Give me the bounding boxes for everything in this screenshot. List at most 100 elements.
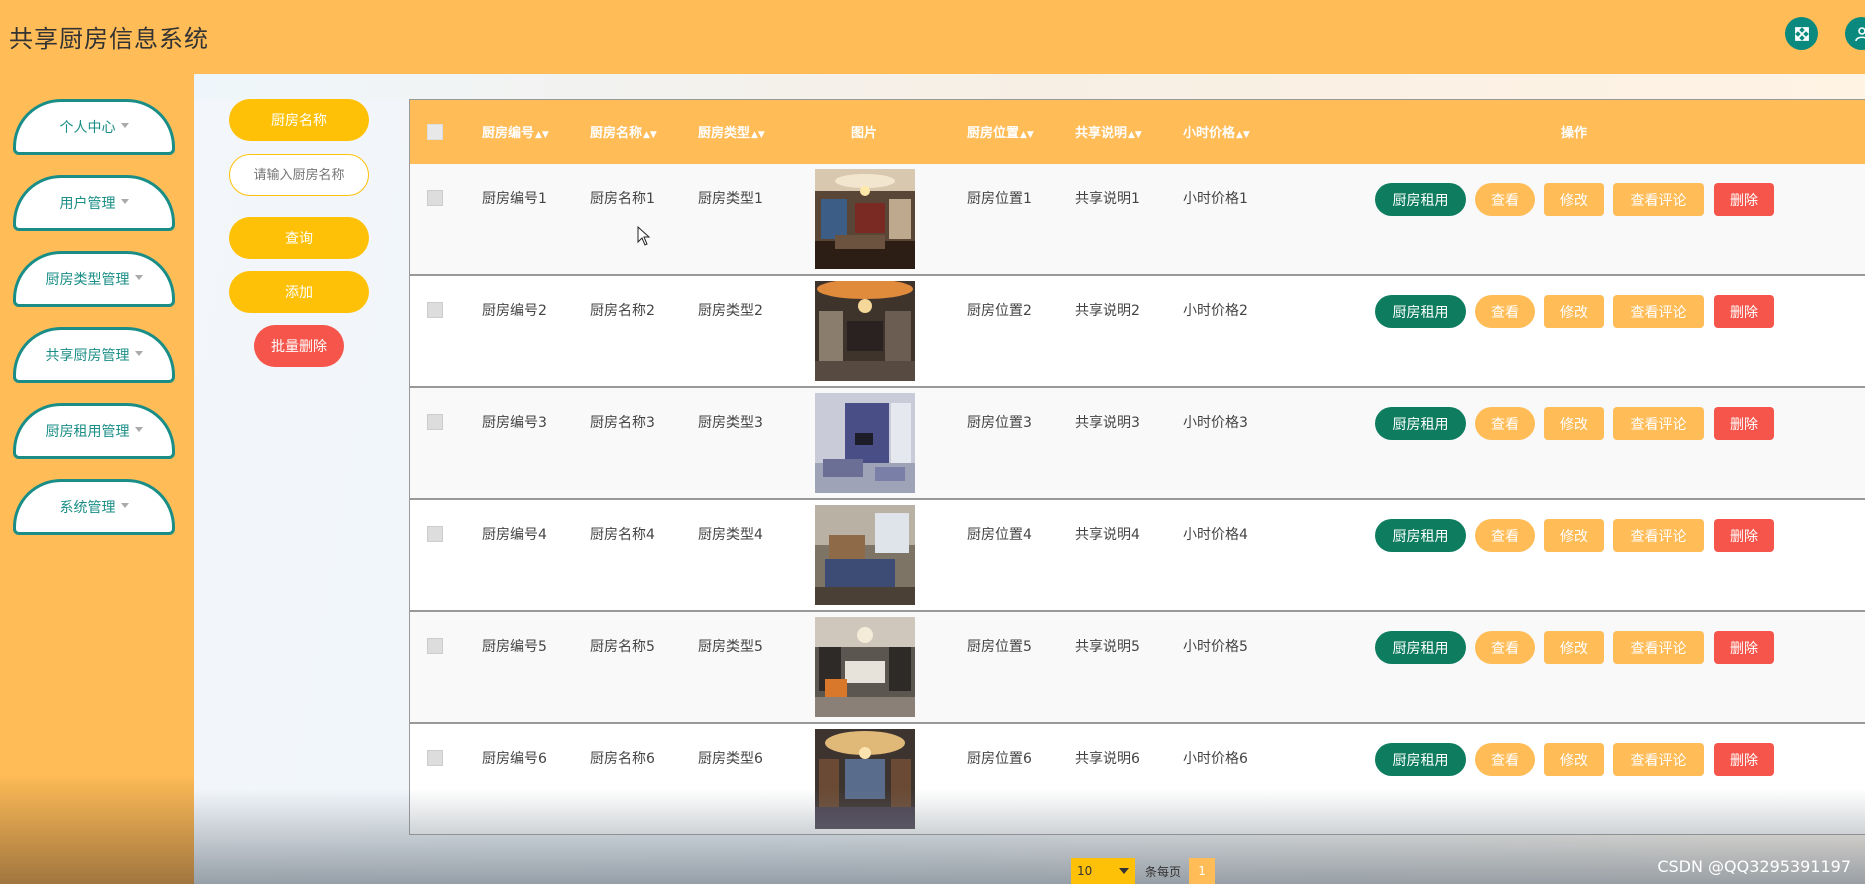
chevron-down-icon xyxy=(120,502,129,508)
view-reviews-button[interactable]: 查看评论 xyxy=(1613,407,1704,440)
chevron-down-icon xyxy=(134,274,143,280)
view-reviews-button[interactable]: 查看评论 xyxy=(1613,183,1704,216)
row-checkbox[interactable] xyxy=(427,190,443,206)
edit-button[interactable]: 修改 xyxy=(1544,631,1604,664)
sidebar-item-personal-center[interactable]: 个人中心 xyxy=(13,99,175,155)
cell-location: 厨房位置5 xyxy=(967,639,1032,655)
row-checkbox[interactable] xyxy=(427,526,443,542)
column-header-type[interactable]: 厨房类型▲▼ xyxy=(698,122,765,141)
row-checkbox[interactable] xyxy=(427,750,443,766)
cell-type: 厨房类型6 xyxy=(698,751,763,767)
edit-button[interactable]: 修改 xyxy=(1544,183,1604,216)
view-button[interactable]: 查看 xyxy=(1475,183,1535,216)
table-row: 厨房编号1 厨房名称1 厨房类型1 厨房位置1 共享说明1 小时价格1 厨房租用… xyxy=(410,164,1865,276)
edit-button[interactable]: 修改 xyxy=(1544,295,1604,328)
rent-button[interactable]: 厨房租用 xyxy=(1375,407,1466,440)
cell-location: 厨房位置3 xyxy=(967,415,1032,431)
page-number-button[interactable]: 1 xyxy=(1189,858,1216,884)
edit-button[interactable]: 修改 xyxy=(1544,519,1604,552)
batch-delete-button[interactable]: 批量删除 xyxy=(254,325,344,367)
table-row: 厨房编号2 厨房名称2 厨房类型2 厨房位置2 共享说明2 小时价格2 厨房租用… xyxy=(410,276,1865,388)
view-reviews-button[interactable]: 查看评论 xyxy=(1613,295,1704,328)
pagination: 10 条每页 1 xyxy=(1071,858,1216,884)
view-reviews-button[interactable]: 查看评论 xyxy=(1613,631,1704,664)
cell-price: 小时价格3 xyxy=(1183,415,1248,431)
main-bottom-shade xyxy=(194,789,1865,884)
rent-button[interactable]: 厨房租用 xyxy=(1375,183,1466,216)
chevron-down-icon xyxy=(120,198,129,204)
kitchen-image[interactable] xyxy=(815,505,915,605)
view-button[interactable]: 查看 xyxy=(1475,743,1535,776)
page-size-select[interactable]: 10 xyxy=(1071,858,1135,884)
cell-location: 厨房位置6 xyxy=(967,751,1032,767)
cell-code: 厨房编号4 xyxy=(482,527,547,543)
column-header-name[interactable]: 厨房名称▲▼ xyxy=(590,122,657,141)
sort-icon: ▲▼ xyxy=(751,130,765,140)
sort-icon: ▲▼ xyxy=(643,130,657,140)
delete-button[interactable]: 删除 xyxy=(1714,519,1774,552)
add-button[interactable]: 添加 xyxy=(229,271,369,313)
sort-icon: ▲▼ xyxy=(1020,130,1034,140)
view-button[interactable]: 查看 xyxy=(1475,631,1535,664)
view-button[interactable]: 查看 xyxy=(1475,407,1535,440)
cell-price: 小时价格4 xyxy=(1183,527,1248,543)
sort-icon: ▲▼ xyxy=(535,130,549,140)
cell-code: 厨房编号3 xyxy=(482,415,547,431)
delete-button[interactable]: 删除 xyxy=(1714,183,1774,216)
table-row: 厨房编号5 厨房名称5 厨房类型5 厨房位置5 共享说明5 小时价格5 厨房租用… xyxy=(410,612,1865,724)
expand-icon[interactable] xyxy=(1785,17,1818,50)
sidebar-item-label: 用户管理 xyxy=(59,196,116,212)
user-icon[interactable] xyxy=(1845,17,1865,50)
delete-button[interactable]: 删除 xyxy=(1714,631,1774,664)
view-reviews-button[interactable]: 查看评论 xyxy=(1613,519,1704,552)
cell-type: 厨房类型1 xyxy=(698,191,763,207)
rent-button[interactable]: 厨房租用 xyxy=(1375,519,1466,552)
delete-button[interactable]: 删除 xyxy=(1714,743,1774,776)
sidebar-item-system-management[interactable]: 系统管理 xyxy=(13,479,175,535)
delete-button[interactable]: 删除 xyxy=(1714,407,1774,440)
cell-desc: 共享说明4 xyxy=(1075,527,1140,543)
per-page-label: 条每页 xyxy=(1145,864,1182,879)
rent-button[interactable]: 厨房租用 xyxy=(1375,743,1466,776)
sidebar-item-label: 厨房类型管理 xyxy=(45,272,130,288)
kitchen-image[interactable] xyxy=(815,169,915,269)
view-reviews-button[interactable]: 查看评论 xyxy=(1613,743,1704,776)
edit-button[interactable]: 修改 xyxy=(1544,743,1604,776)
sidebar-item-label: 厨房租用管理 xyxy=(45,424,130,440)
sidebar-item-user-management[interactable]: 用户管理 xyxy=(13,175,175,231)
cell-name: 厨房名称4 xyxy=(590,527,655,543)
rent-button[interactable]: 厨房租用 xyxy=(1375,631,1466,664)
sidebar-item-kitchen-rental-management[interactable]: 厨房租用管理 xyxy=(13,403,175,459)
sidebar-item-shared-kitchen-management[interactable]: 共享厨房管理 xyxy=(13,327,175,383)
edit-button[interactable]: 修改 xyxy=(1544,407,1604,440)
chevron-down-icon xyxy=(134,350,143,356)
cell-desc: 共享说明1 xyxy=(1075,191,1140,207)
column-header-price[interactable]: 小时价格▲▼ xyxy=(1183,122,1250,141)
column-header-code[interactable]: 厨房编号▲▼ xyxy=(482,122,549,141)
row-checkbox[interactable] xyxy=(427,638,443,654)
cell-price: 小时价格2 xyxy=(1183,303,1248,319)
search-input[interactable] xyxy=(229,154,369,196)
table-row: 厨房编号3 厨房名称3 厨房类型3 厨房位置3 共享说明3 小时价格3 厨房租用… xyxy=(410,388,1865,500)
sidebar-item-kitchen-type-management[interactable]: 厨房类型管理 xyxy=(13,251,175,307)
kitchen-image[interactable] xyxy=(815,617,915,717)
kitchen-image[interactable] xyxy=(815,393,915,493)
column-header-desc[interactable]: 共享说明▲▼ xyxy=(1075,122,1142,141)
cell-code: 厨房编号1 xyxy=(482,191,547,207)
view-button[interactable]: 查看 xyxy=(1475,519,1535,552)
cell-location: 厨房位置4 xyxy=(967,527,1032,543)
mouse-cursor-icon xyxy=(637,226,651,246)
sort-icon: ▲▼ xyxy=(1128,130,1142,140)
view-button[interactable]: 查看 xyxy=(1475,295,1535,328)
select-all-checkbox[interactable] xyxy=(427,124,443,140)
row-checkbox[interactable] xyxy=(427,302,443,318)
delete-button[interactable]: 删除 xyxy=(1714,295,1774,328)
row-checkbox[interactable] xyxy=(427,414,443,430)
main-top-strip xyxy=(194,74,1865,100)
column-header-location[interactable]: 厨房位置▲▼ xyxy=(967,122,1034,141)
query-button[interactable]: 查询 xyxy=(229,217,369,259)
rent-button[interactable]: 厨房租用 xyxy=(1375,295,1466,328)
kitchen-image[interactable] xyxy=(815,281,915,381)
table-header: 厨房编号▲▼ 厨房名称▲▼ 厨房类型▲▼ 图片 厨房位置▲▼ 共享说明▲▼ 小时… xyxy=(410,100,1865,164)
cell-code: 厨房编号5 xyxy=(482,639,547,655)
